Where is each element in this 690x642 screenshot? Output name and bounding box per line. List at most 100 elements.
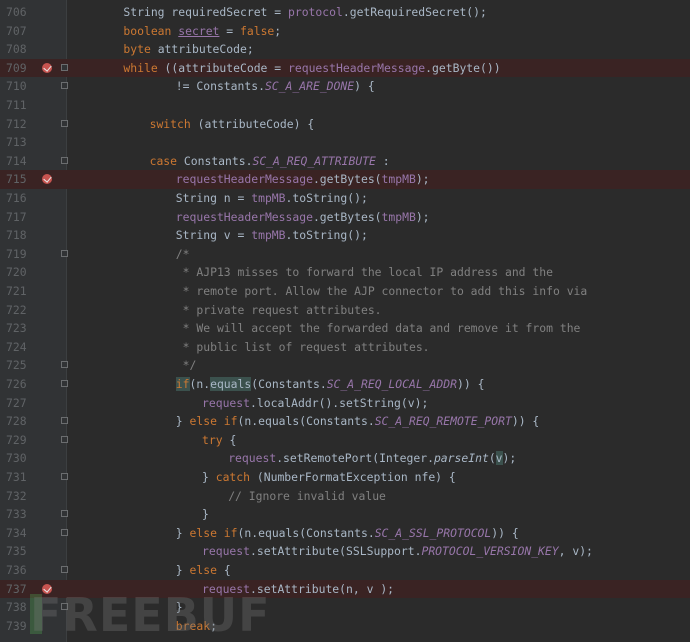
line-number: 738 xyxy=(6,600,27,615)
code-line[interactable]: 726 if(n.equals(Constants.SC_A_REQ_LOCAL_… xyxy=(0,375,690,394)
code-line[interactable]: 717 requestHeaderMessage.getBytes(tmpMB); xyxy=(0,208,690,227)
fold-marker-icon[interactable] xyxy=(61,63,68,71)
code-line[interactable]: 715 requestHeaderMessage.getBytes(tmpMB); xyxy=(0,170,690,189)
fold-marker-icon[interactable] xyxy=(61,473,68,480)
code-token: .getBytes( xyxy=(312,209,382,224)
code-text: request.localAddr().setString(v); xyxy=(202,394,428,413)
line-number: 732 xyxy=(6,488,27,503)
line-number: 718 xyxy=(6,228,27,243)
code-text: requestHeaderMessage.getBytes(tmpMB); xyxy=(176,208,430,227)
code-token: try xyxy=(202,432,230,447)
code-line[interactable]: 711 xyxy=(0,96,690,115)
code-line[interactable]: 714 case Constants.SC_A_REQ_ATTRIBUTE : xyxy=(0,152,690,171)
code-line[interactable]: 721 * remote port. Allow the AJP connect… xyxy=(0,282,690,301)
code-line[interactable]: 706 String requiredSecret = protocol.getR… xyxy=(0,3,690,22)
code-line[interactable]: 720 * AJP13 misses to forward the local … xyxy=(0,263,690,282)
fold-marker-icon[interactable] xyxy=(61,119,68,127)
line-number: 708 xyxy=(6,42,27,57)
code-line[interactable]: 725 */ xyxy=(0,356,690,375)
code-line[interactable]: 724 * public list of request attributes. xyxy=(0,338,690,357)
breakpoint-icon[interactable] xyxy=(42,174,52,185)
code-text: String v = tmpMB.toString(); xyxy=(176,226,368,245)
breakpoint-icon[interactable] xyxy=(42,62,52,73)
line-number: 734 xyxy=(6,525,27,540)
code-token: } xyxy=(175,600,183,615)
code-text: } xyxy=(176,598,183,617)
code-text: } else if(n.equals(Constants.SC_A_SSL_PR… xyxy=(176,524,519,543)
code-line[interactable]: 728} else if(n.equals(Constants.SC_A_REQ… xyxy=(0,412,690,431)
fold-marker-icon[interactable] xyxy=(61,510,68,518)
code-line[interactable]: 738} xyxy=(0,598,690,617)
fold-marker-icon[interactable] xyxy=(61,566,68,573)
code-line[interactable]: 736} else { xyxy=(0,561,690,580)
code-token: ); xyxy=(502,451,517,466)
code-token: )) { xyxy=(457,377,485,391)
code-line[interactable]: 731} catch (NumberFormatException nfe) { xyxy=(0,468,690,487)
code-token: Constants. xyxy=(183,153,253,168)
code-line[interactable]: 732 // Ignore invalid value xyxy=(0,487,690,506)
line-number: 722 xyxy=(6,302,27,317)
code-line[interactable]: 727 request.localAddr().setString(v); xyxy=(0,394,690,413)
code-token: tmpMB xyxy=(251,191,286,205)
code-line[interactable]: 730 request.setRemotePort(Integer.parseIn… xyxy=(0,449,690,468)
code-token: * remote port. Allow the AJP connector t… xyxy=(175,284,588,298)
code-line[interactable]: 710 != Constants.SC_A_ARE_DONE) { xyxy=(0,77,690,96)
code-line[interactable]: 722 * private request attributes. xyxy=(0,301,690,320)
line-number: 728 xyxy=(6,414,27,429)
code-line[interactable]: 735 request.setAttribute(SSLSupport.PROTO… xyxy=(0,542,690,561)
code-line[interactable]: 709 while ((attributeCode = requestHeader… xyxy=(0,58,690,78)
code-line[interactable]: 712 switch (attributeCode) { xyxy=(0,115,690,134)
code-token: (NumberFormatException nfe) { xyxy=(256,470,456,484)
code-line[interactable]: 719 /* xyxy=(0,245,690,264)
code-token: .toString(); xyxy=(285,191,368,205)
code-token: switch xyxy=(149,116,198,131)
line-number: 709 xyxy=(6,60,27,75)
code-token: requestHeaderMessage xyxy=(175,209,313,224)
code-line[interactable]: 737 request.setAttribute(n, v ); xyxy=(0,579,690,599)
code-token: (n.equals(Constants. xyxy=(237,414,375,429)
fold-marker-icon[interactable] xyxy=(61,249,68,257)
code-token: } xyxy=(175,525,190,540)
code-token: * private request attributes. xyxy=(175,302,382,317)
code-token: (attributeCode) { xyxy=(197,116,315,131)
fold-marker-icon[interactable] xyxy=(61,435,68,443)
code-token: .setAttribute(n, v ); xyxy=(250,581,395,596)
code-token: .localAddr().setString(v); xyxy=(250,395,429,410)
code-token: protocol xyxy=(287,5,343,19)
code-token: .getBytes( xyxy=(312,172,382,187)
code-token: equals xyxy=(210,377,252,391)
code-line[interactable]: 707 boolean secret = false; xyxy=(0,22,690,41)
code-text: * remote port. Allow the AJP connector t… xyxy=(175,282,588,301)
fold-marker-icon[interactable] xyxy=(61,417,68,425)
code-editor[interactable]: 706 String requiredSecret = protocol.getR… xyxy=(0,0,690,642)
code-token: ); xyxy=(415,209,430,224)
fold-marker-icon[interactable] xyxy=(61,156,68,164)
code-text: * AJP13 misses to forward the local IP a… xyxy=(176,263,553,282)
fold-marker-icon[interactable] xyxy=(61,603,68,611)
line-number: 710 xyxy=(6,79,27,94)
code-token: parseInt xyxy=(433,451,489,466)
code-text: case Constants.SC_A_REQ_ATTRIBUTE : xyxy=(150,152,390,171)
code-token: * We will accept the forwarded data and … xyxy=(175,321,581,336)
code-line[interactable]: 713 xyxy=(0,133,690,152)
fold-marker-icon[interactable] xyxy=(61,82,68,90)
code-line[interactable]: 729 try { xyxy=(0,431,690,450)
code-line[interactable]: 718 String v = tmpMB.toString(); xyxy=(0,226,690,245)
code-line[interactable]: 716 String n = tmpMB.toString(); xyxy=(0,189,690,208)
breakpoint-icon[interactable] xyxy=(42,583,52,594)
code-text: while ((attributeCode = requestHeaderMes… xyxy=(123,59,500,78)
code-line[interactable]: 739 break; xyxy=(0,617,690,636)
line-number: 727 xyxy=(6,395,27,410)
code-line[interactable]: 708 byte attributeCode; xyxy=(0,40,690,59)
code-line[interactable]: 734 } else if(n.equals(Constants.SC_A_SSL… xyxy=(0,524,690,543)
code-line[interactable]: 723 * We will accept the forwarded data … xyxy=(0,319,690,338)
fold-marker-icon[interactable] xyxy=(61,361,68,369)
line-number: 713 xyxy=(6,135,27,150)
code-token: .getRequiredSecret(); xyxy=(342,5,487,19)
fold-marker-icon[interactable] xyxy=(61,528,68,536)
code-token: , v); xyxy=(558,544,593,559)
code-line[interactable]: 733} xyxy=(0,505,690,524)
code-text: switch (attributeCode) { xyxy=(150,115,315,134)
line-number: 712 xyxy=(6,116,27,131)
fold-marker-icon[interactable] xyxy=(61,380,68,387)
